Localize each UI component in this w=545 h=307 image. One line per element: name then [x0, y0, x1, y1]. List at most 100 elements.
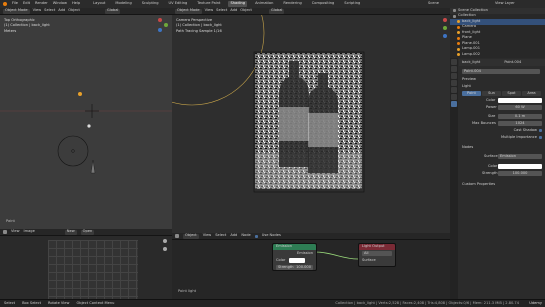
light-type-area[interactable]: Area	[522, 91, 541, 96]
tab-shading[interactable]: Shading	[228, 1, 248, 7]
node-strength-field[interactable]: 100.000	[498, 171, 542, 176]
light-output-node[interactable]: Light Output All Surface	[358, 243, 396, 267]
tool-tab-icon[interactable]	[451, 59, 457, 65]
top-ortho-viewport[interactable]: Top Orthographic (1) Collection | back_l…	[0, 8, 172, 229]
object-mode-select[interactable]: Object Mode	[175, 8, 202, 14]
menu-file[interactable]: File	[12, 2, 18, 6]
outliner-item[interactable]: Lamp.002	[450, 52, 545, 58]
tab-layout[interactable]: Layout	[91, 1, 107, 7]
object-name: back_light	[462, 59, 481, 64]
light-output-target-select[interactable]: All	[362, 251, 392, 256]
menu-image[interactable]: Image	[24, 230, 35, 234]
light-color-swatch[interactable]	[498, 98, 542, 103]
light-data-field[interactable]: Point.004	[459, 68, 545, 75]
tab-sculpting[interactable]: Sculpting	[140, 1, 161, 7]
status-context-menu: Object Context Menu	[76, 300, 115, 305]
light-type-point[interactable]: Point	[462, 91, 481, 96]
open-image-button[interactable]: Open	[80, 229, 95, 235]
menu-add[interactable]: Add	[58, 9, 65, 13]
mis-checkbox[interactable]	[539, 136, 542, 139]
scene-selector[interactable]: Scene	[428, 1, 439, 6]
node-tree-name: Point light	[178, 289, 197, 293]
menu-add[interactable]: Add	[230, 9, 237, 13]
emission-node[interactable]: Emission Emission Color Strength 100.000	[272, 243, 317, 271]
outliner-item-label: Lamp.001	[462, 46, 480, 51]
node-strength-label: Strength	[482, 170, 498, 175]
tab-rendering[interactable]: Rendering	[281, 1, 303, 7]
output-tab-icon[interactable]	[451, 73, 457, 79]
menu-view[interactable]: View	[11, 230, 20, 234]
tab-animation[interactable]: Animation	[253, 1, 275, 7]
node-color-row: Color	[459, 163, 545, 170]
outliner-item-label: Camera	[462, 24, 477, 29]
menu-select[interactable]: Select	[216, 9, 227, 13]
paint-panel-label[interactable]: Paint	[6, 219, 15, 224]
light-power-field[interactable]: 60 W	[498, 105, 542, 110]
emission-color-swatch[interactable]	[289, 258, 306, 263]
preview-section[interactable]: Preview	[459, 76, 545, 83]
menu-select[interactable]: Select	[44, 9, 55, 13]
viewport-info-line: Meters	[4, 28, 17, 33]
menu-object[interactable]: Object	[68, 9, 80, 13]
object-mode-select[interactable]: Object Mode	[3, 8, 30, 14]
image-editor[interactable]: View Image New Open	[0, 229, 172, 299]
tab-modeling[interactable]: Modeling	[113, 1, 133, 7]
menu-view[interactable]: View	[205, 9, 214, 13]
render-tab-icon[interactable]	[451, 66, 457, 72]
menu-help[interactable]: Help	[72, 2, 80, 6]
transform-orientation[interactable]: Global	[268, 8, 285, 14]
light-icon	[457, 31, 460, 35]
properties-breadcrumb: back_light Point.004	[459, 59, 545, 66]
top-bar: File Edit Render Window Help Layout Mode…	[0, 0, 545, 8]
tab-texture-paint[interactable]: Texture Paint	[195, 1, 222, 7]
editor-type-icon[interactable]	[3, 230, 7, 234]
left-viewport-scene	[0, 18, 172, 174]
node-color-label: Color	[488, 163, 498, 168]
node-editor[interactable]: Object View Select Add Node Use Nodes Em…	[172, 233, 450, 299]
light-type-spot[interactable]: Spot	[502, 91, 521, 96]
viewport-info-line: Path Tracing Sample 1/16	[176, 28, 222, 33]
udemy-watermark: Udemy	[529, 301, 542, 305]
emission-strength-field[interactable]: Strength 100.000	[276, 265, 313, 270]
tab-uv-editing[interactable]: UV Editing	[167, 1, 190, 7]
light-size-field[interactable]: 0.1 m	[498, 114, 542, 119]
light-color-row: Color	[459, 97, 545, 104]
bottle-render	[255, 53, 362, 189]
light-icon	[457, 20, 460, 24]
light-data-selector[interactable]: Point.004	[462, 69, 540, 74]
max-bounces-row: Max Bounces 1024	[459, 120, 545, 127]
light-section[interactable]: Light	[459, 83, 545, 90]
outliner[interactable]: Scene Collection Collection back_light C…	[450, 8, 545, 58]
view-layer-selector[interactable]: View Layer	[495, 1, 515, 6]
menu-object[interactable]: Object	[240, 9, 252, 13]
surface-select[interactable]: Emission	[498, 154, 542, 159]
light-type-sun[interactable]: Sun	[482, 91, 501, 96]
tab-compositing[interactable]: Compositing	[310, 1, 337, 7]
light-data-tab-icon[interactable]	[451, 101, 457, 107]
outliner-item-label: front_light	[462, 29, 481, 34]
menu-view[interactable]: View	[33, 9, 42, 13]
nodes-section[interactable]: Nodes	[459, 144, 545, 151]
blender-logo-icon[interactable]	[3, 2, 7, 6]
menu-edit[interactable]: Edit	[23, 2, 30, 6]
node-color-swatch[interactable]	[498, 164, 542, 169]
cast-shadow-checkbox[interactable]	[539, 129, 542, 132]
menu-window[interactable]: Window	[53, 2, 67, 6]
world-tab-icon[interactable]	[451, 87, 457, 93]
emission-color-label: Color	[276, 257, 286, 262]
light-type-tabs: Point Sun Spot Area	[459, 90, 545, 97]
menu-render[interactable]: Render	[35, 2, 48, 6]
object-tab-icon[interactable]	[451, 94, 457, 100]
transform-orientation[interactable]: Global	[104, 8, 121, 14]
max-bounces-field[interactable]: 1024	[498, 121, 542, 126]
zoom-icon[interactable]	[163, 247, 167, 251]
tab-scripting[interactable]: Scripting	[342, 1, 362, 7]
camera-viewport-overlay: Camera Perspective (1) Collection | back…	[176, 18, 222, 34]
new-image-button[interactable]: New	[64, 229, 77, 235]
collection-icon	[453, 14, 456, 18]
hand-icon[interactable]	[163, 239, 167, 243]
status-select: Select	[4, 300, 16, 305]
scene-tab-icon[interactable]	[451, 80, 457, 86]
custom-properties-section[interactable]: Custom Properties	[459, 181, 545, 188]
outliner-item-label: Plane.001	[462, 40, 480, 45]
